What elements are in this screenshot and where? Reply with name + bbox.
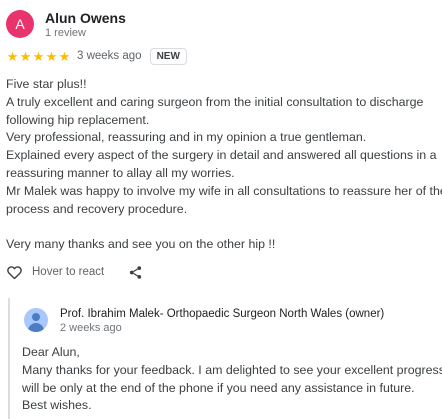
reply-text-line: Dear Alun, [22,345,80,359]
review-text-line: Five star plus!! [6,77,87,91]
star-rating: ★ ★ ★ ★ ★ [6,50,71,63]
review-text-line: Very professional, reassuring and in my … [6,130,367,145]
hover-to-react-label: Hover to react [32,266,105,278]
review-text-line [6,218,442,236]
review-text-line: Explained every aspect of the surgery in… [6,148,437,163]
owner-name: Prof. Ibrahim Malek- Orthopaedic Surgeon… [60,308,385,320]
reply-text-line: Many thanks for your feedback. I am deli… [22,362,442,377]
star-icon: ★ [19,48,32,64]
owner-reply-text: Dear Alun, Many thanks for your feedback.… [22,344,442,415]
avatar-letter: A [15,16,25,32]
review-text-line: reassuring manner to allay all my worrie… [6,165,235,180]
reviewer-avatar[interactable]: A [6,10,34,38]
owner-reply-date: 2 weeks ago [60,322,122,334]
star-icon: ★ [6,48,19,64]
owner-reply: Prof. Ibrahim Malek- Orthopaedic Surgeon… [8,298,442,419]
star-icon: ★ [45,48,58,64]
star-icon: ★ [58,48,71,64]
reply-text-line: will be only at the end of the phone if … [22,380,415,395]
review-text-line: process and recovery procedure. [6,201,188,216]
person-icon[interactable] [24,308,48,332]
share-icon[interactable] [128,265,143,280]
heart-outline-icon[interactable] [6,264,23,281]
review-text: Five star plus!! A truly excellent and ca… [6,76,442,254]
review-date: 3 weeks ago [77,50,142,62]
new-badge: NEW [149,47,187,65]
review-count: 1 review [45,27,86,39]
review-text-line: following hip replacement. [6,112,150,127]
review-text-line: A truly excellent and caring surgeon fro… [6,94,424,109]
star-icon: ★ [32,48,45,64]
rating-row: ★ ★ ★ ★ ★ 3 weeks ago NEW [6,47,187,65]
review-text-line: Mr Malek was happy to involve my wife in… [6,183,442,198]
reply-text-line: Best wishes. [22,398,92,413]
reviewer-name[interactable]: Alun Owens [45,10,126,26]
review-text-line: Very many thanks and see you on the othe… [6,237,276,252]
review-actions: Hover to react [6,262,143,282]
